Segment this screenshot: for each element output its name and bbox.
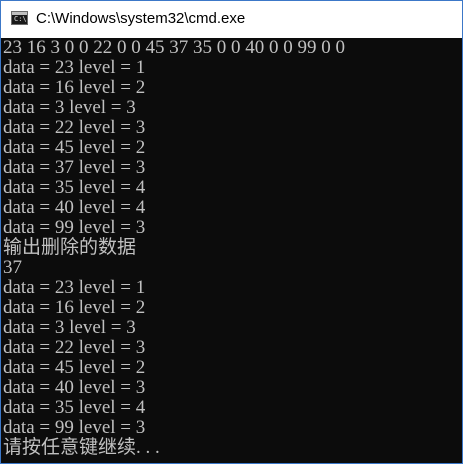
cmd-window: C:\ C:\Windows\system32\cmd.exe 23 16 3 …	[0, 0, 463, 464]
console-line: data = 35 level = 4	[3, 397, 146, 418]
cmd-icon-prompt: C:\	[14, 15, 27, 23]
console-line: data = 99 level = 3	[3, 217, 146, 238]
console-line: data = 3 level = 3	[3, 317, 136, 338]
console-line: data = 37 level = 3	[3, 157, 146, 178]
console-line: data = 45 level = 2	[3, 137, 146, 158]
console-line: data = 40 level = 4	[3, 197, 146, 218]
console-line: data = 40 level = 3	[3, 377, 146, 398]
console-line: 37	[3, 257, 22, 278]
console-line: 请按任意键继续. . .	[3, 437, 160, 458]
console-line: data = 45 level = 2	[3, 357, 146, 378]
console-line: data = 23 level = 1	[3, 277, 146, 298]
window-title: C:\Windows\system32\cmd.exe	[36, 10, 246, 27]
console-line: data = 22 level = 3	[3, 117, 146, 138]
console-line: data = 99 level = 3	[3, 417, 146, 438]
console-line: data = 22 level = 3	[3, 337, 146, 358]
console-line: data = 23 level = 1	[3, 57, 146, 78]
cmd-icon[interactable]: C:\	[11, 11, 28, 25]
console-line: 23 16 3 0 0 22 0 0 45 37 35 0 0 40 0 0 9…	[3, 38, 345, 58]
console-line: data = 35 level = 4	[3, 177, 146, 198]
title-bar[interactable]: C:\ C:\Windows\system32\cmd.exe	[1, 1, 462, 38]
console-output[interactable]: 23 16 3 0 0 22 0 0 45 37 35 0 0 40 0 0 9…	[1, 38, 462, 463]
console-line: 输出删除的数据	[3, 237, 137, 258]
console-line: data = 16 level = 2	[3, 297, 146, 318]
console-line: data = 3 level = 3	[3, 97, 136, 118]
console-line: data = 16 level = 2	[3, 77, 146, 98]
